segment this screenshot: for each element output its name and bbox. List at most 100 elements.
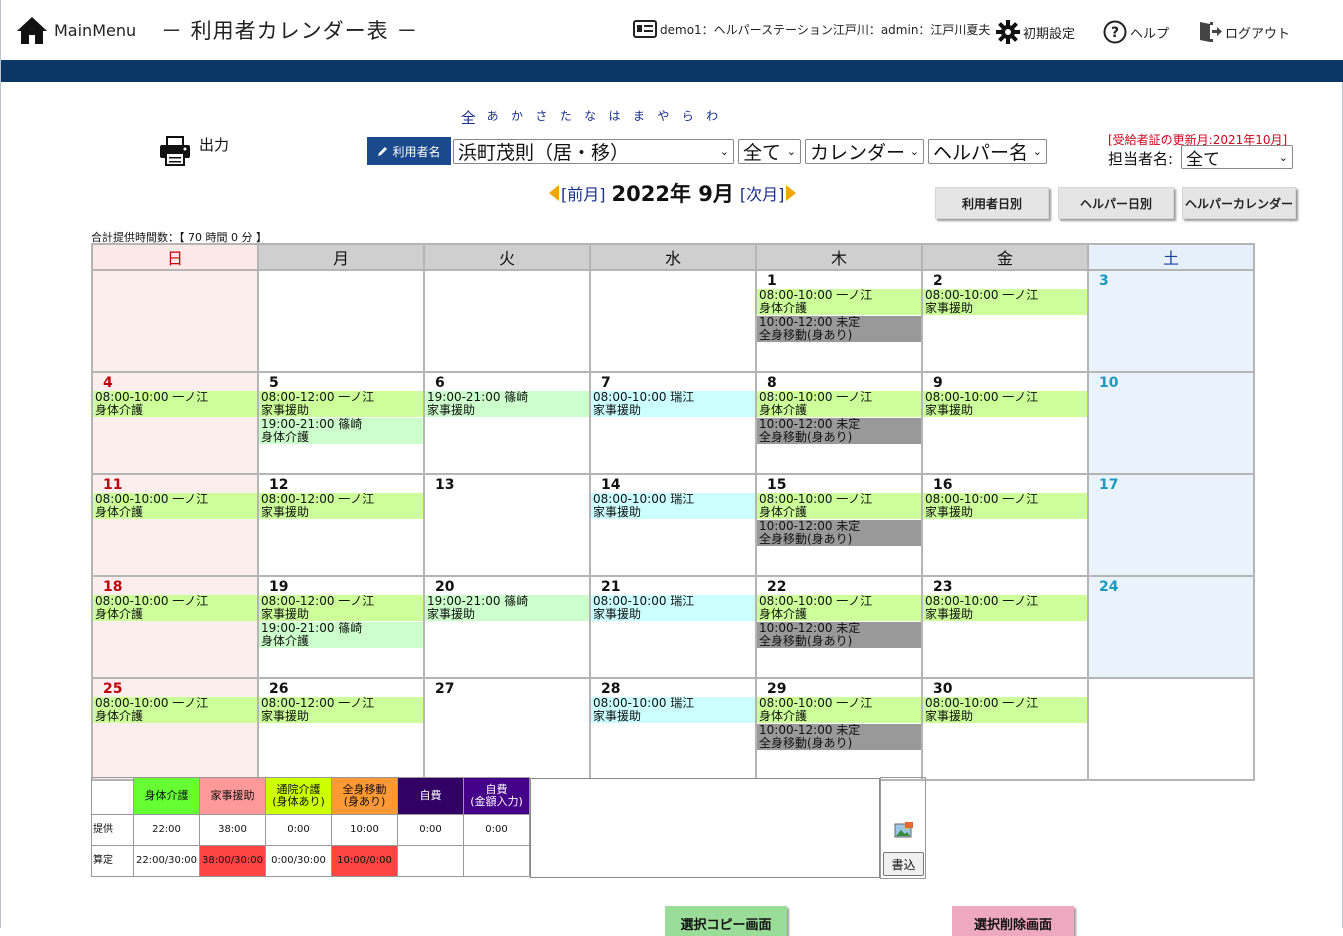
schedule-event[interactable]: 08:00-10:00 一ノ江 身体介護 [757,289,921,315]
schedule-event[interactable]: 08:00-10:00 一ノ江 身体介護 [93,391,257,417]
calendar-day-cell[interactable]: 7 08:00-10:00 瑞江 家事援助 [589,371,757,475]
calendar-day-cell[interactable] [1087,677,1255,781]
schedule-event[interactable]: 19:00-21:00 篠崎 家事援助 [425,391,589,417]
triangle-right-icon[interactable] [786,185,797,201]
schedule-event[interactable]: 10:00-12:00 未定 全身移動(身あり) [757,316,921,342]
schedule-event[interactable]: 08:00-10:00 一ノ江 身体介護 [93,493,257,519]
calendar-day-cell[interactable]: 9 08:00-10:00 一ノ江 家事援助 [921,371,1089,475]
triangle-left-icon[interactable] [549,185,559,201]
schedule-event[interactable]: 10:00-12:00 未定 全身移動(身あり) [757,520,921,546]
kana-filter-wa[interactable]: わ [700,107,724,128]
schedule-event[interactable]: 08:00-10:00 一ノ江 家事援助 [923,595,1087,621]
write-button[interactable]: 書込 [883,852,924,876]
calendar-day-cell[interactable]: 5 08:00-12:00 一ノ江 家事援助 19:00-21:00 篠崎 身体介護 [257,371,425,475]
schedule-event[interactable]: 08:00-12:00 一ノ江 家事援助 [259,595,423,621]
kana-filter-ha[interactable]: は [602,107,626,128]
schedule-event[interactable]: 08:00-10:00 瑞江 家事援助 [591,493,755,519]
tanto-select[interactable]: 全て ⌄ [1181,145,1293,170]
view-select[interactable]: カレンダー ⌄ [805,139,924,164]
calendar-day-cell[interactable]: 18 08:00-10:00 一ノ江 身体介護 [91,575,259,679]
calendar-day-cell[interactable]: 4 08:00-10:00 一ノ江 身体介護 [91,371,259,475]
schedule-event[interactable]: 08:00-10:00 瑞江 家事援助 [591,391,755,417]
calendar-day-cell[interactable]: 11 08:00-10:00 一ノ江 身体介護 [91,473,259,577]
schedule-event[interactable]: 08:00-10:00 一ノ江 家事援助 [923,697,1087,723]
logout-link[interactable]: ログアウト [1198,20,1290,44]
schedule-event[interactable]: 08:00-10:00 一ノ江 身体介護 [93,697,257,723]
calendar-day-cell[interactable]: 25 08:00-10:00 一ノ江 身体介護 [91,677,259,781]
settings-link[interactable]: 初期設定 [996,20,1075,44]
schedule-event[interactable]: 10:00-12:00 未定 全身移動(身あり) [757,418,921,444]
calendar-day-cell[interactable] [257,269,425,373]
calendar-day-cell[interactable]: 1 08:00-10:00 一ノ江 身体介護 10:00-12:00 未定 全身移動(身… [755,269,923,373]
kana-filter-all[interactable]: 全 [456,107,480,128]
kana-filter-na[interactable]: な [578,107,602,128]
calendar-day-cell[interactable]: 26 08:00-12:00 一ノ江 家事援助 [257,677,425,781]
schedule-event[interactable]: 08:00-12:00 一ノ江 家事援助 [259,493,423,519]
kana-filter-ka[interactable]: か [505,107,529,128]
calendar-day-cell[interactable]: 23 08:00-10:00 一ノ江 家事援助 [921,575,1089,679]
help-link[interactable]: ? ヘルプ [1103,20,1169,44]
calendar-day-cell[interactable] [423,269,591,373]
next-month-link[interactable]: [次月] [740,181,785,205]
calendar-day-cell[interactable]: 21 08:00-10:00 瑞江 家事援助 [589,575,757,679]
kana-filter-ma[interactable]: ま [627,107,651,128]
calendar-day-cell[interactable]: 29 08:00-10:00 一ノ江 身体介護 10:00-12:00 未定 全身移動(… [755,677,923,781]
kana-filter-ta[interactable]: た [554,107,578,128]
prev-month-link[interactable]: [前月] [561,181,606,205]
schedule-event[interactable]: 08:00-10:00 一ノ江 身体介護 [757,697,921,723]
calendar-day-cell[interactable]: 8 08:00-10:00 一ノ江 身体介護 10:00-12:00 未定 全身移動(身… [755,371,923,475]
user-select[interactable]: 浜町茂則（居・移） ⌄ [453,139,734,164]
calendar-day-cell[interactable]: 17 [1087,473,1255,577]
memo-textarea[interactable] [530,778,880,878]
calendar-day-cell[interactable] [91,269,259,373]
calendar-day-cell[interactable]: 3 [1087,269,1255,373]
schedule-event[interactable]: 08:00-10:00 一ノ江 家事援助 [923,493,1087,519]
kana-filter-ya[interactable]: や [651,107,675,128]
calendar-day-cell[interactable]: 19 08:00-12:00 一ノ江 家事援助 19:00-21:00 篠崎 身体介護 [257,575,425,679]
sort-select[interactable]: ヘルパー名 ⌄ [928,139,1047,164]
calendar-day-cell[interactable]: 15 08:00-10:00 一ノ江 身体介護 10:00-12:00 未定 全身移動(… [755,473,923,577]
schedule-event[interactable]: 08:00-10:00 一ノ江 身体介護 [757,391,921,417]
schedule-event[interactable]: 08:00-10:00 一ノ江 家事援助 [923,289,1087,315]
kana-filter-ra[interactable]: ら [676,107,700,128]
kana-filter-sa[interactable]: さ [529,107,553,128]
schedule-event[interactable]: 08:00-12:00 一ノ江 家事援助 [259,697,423,723]
calendar-day-cell[interactable]: 6 19:00-21:00 篠崎 家事援助 [423,371,591,475]
schedule-event[interactable]: 08:00-10:00 一ノ江 身体介護 [757,493,921,519]
calendar-day-cell[interactable]: 27 [423,677,591,781]
schedule-event[interactable]: 19:00-21:00 篠崎 身体介護 [259,418,423,444]
calendar-day-cell[interactable]: 16 08:00-10:00 一ノ江 家事援助 [921,473,1089,577]
kana-filter-a[interactable]: あ [480,107,504,128]
calendar-day-cell[interactable]: 24 [1087,575,1255,679]
image-icon[interactable] [894,821,914,839]
helper-daily-button[interactable]: ヘルパー日別 [1058,187,1174,219]
schedule-event[interactable]: 08:00-12:00 一ノ江 家事援助 [259,391,423,417]
calendar-day-cell[interactable] [589,269,757,373]
selection-copy-button[interactable]: 選択コピー画面 [665,906,787,936]
calendar-day-cell[interactable]: 12 08:00-12:00 一ノ江 家事援助 [257,473,425,577]
calendar-day-cell[interactable]: 13 [423,473,591,577]
filter-select[interactable]: 全て ⌄ [738,139,801,164]
calendar-day-cell[interactable]: 14 08:00-10:00 瑞江 家事援助 [589,473,757,577]
user-daily-button[interactable]: 利用者日別 [935,187,1049,219]
schedule-event[interactable]: 10:00-12:00 未定 全身移動(身あり) [757,622,921,648]
helper-calendar-button[interactable]: ヘルパーカレンダー [1182,187,1296,219]
schedule-event[interactable]: 08:00-10:00 一ノ江 身体介護 [93,595,257,621]
calendar-day-cell[interactable]: 28 08:00-10:00 瑞江 家事援助 [589,677,757,781]
schedule-event[interactable]: 08:00-10:00 瑞江 家事援助 [591,697,755,723]
calendar-day-cell[interactable]: 30 08:00-10:00 一ノ江 家事援助 [921,677,1089,781]
schedule-event[interactable]: 08:00-10:00 一ノ江 身体介護 [757,595,921,621]
schedule-event[interactable]: 19:00-21:00 篠崎 身体介護 [259,622,423,648]
calendar-day-cell[interactable]: 20 19:00-21:00 篠崎 家事援助 [423,575,591,679]
print-button[interactable]: 出力 [159,136,229,166]
schedule-event[interactable]: 08:00-10:00 瑞江 家事援助 [591,595,755,621]
selection-delete-button[interactable]: 選択削除画面 [952,906,1074,936]
schedule-event[interactable]: 10:00-12:00 未定 全身移動(身あり) [757,724,921,750]
calendar-day-cell[interactable]: 22 08:00-10:00 一ノ江 身体介護 10:00-12:00 未定 全身移動(… [755,575,923,679]
calendar-day-cell[interactable]: 10 [1087,371,1255,475]
calendar-day-cell[interactable]: 2 08:00-10:00 一ノ江 家事援助 [921,269,1089,373]
schedule-event[interactable]: 08:00-10:00 一ノ江 家事援助 [923,391,1087,417]
main-menu-link[interactable]: MainMenu [16,15,136,45]
event-service-type: 家事援助 [925,402,974,417]
schedule-event[interactable]: 19:00-21:00 篠崎 家事援助 [425,595,589,621]
